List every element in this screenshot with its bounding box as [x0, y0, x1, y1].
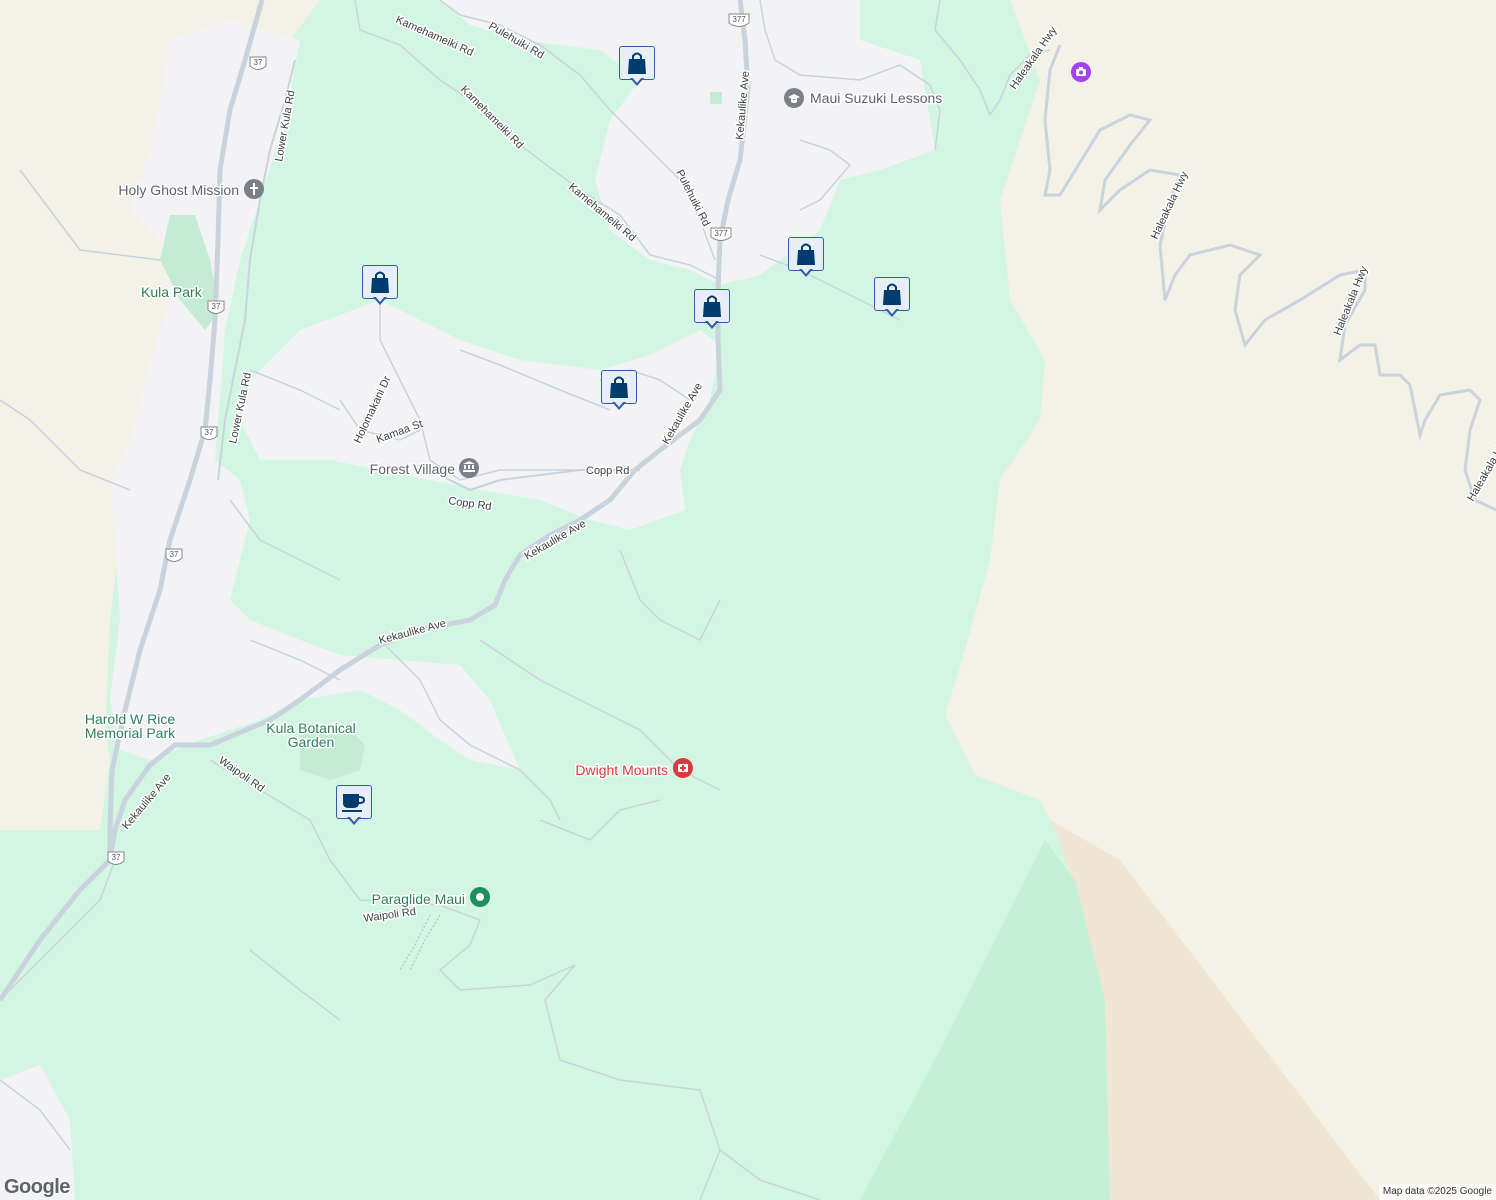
- marker-box[interactable]: [619, 46, 655, 80]
- place-label[interactable]: Kula Park: [140, 283, 205, 302]
- marker-box[interactable]: [694, 289, 730, 323]
- shield-number: 377: [714, 229, 728, 238]
- activity-icon[interactable]: [470, 887, 490, 907]
- marker-box[interactable]: [362, 265, 398, 299]
- place-label[interactable]: Paraglide Maui: [370, 890, 466, 909]
- shield-number: 37: [212, 302, 221, 311]
- place-label[interactable]: Holy Ghost Mission: [117, 181, 241, 200]
- cafe-marker[interactable]: [336, 785, 372, 829]
- marker-pointer-fill: [614, 401, 624, 407]
- shield-number: 37: [112, 853, 121, 862]
- small-park: [710, 92, 722, 104]
- shield-number: 37: [254, 58, 263, 67]
- shield-number: 377: [732, 15, 746, 24]
- route-shield: 377: [728, 13, 750, 27]
- marker-pointer-fill: [887, 308, 897, 314]
- marker-box[interactable]: [788, 237, 824, 271]
- marker-box[interactable]: [874, 277, 910, 311]
- map-view[interactable]: Kamehameiki Rd Kamehameiki Rd Kamehameik…: [0, 0, 1496, 1200]
- road-label: Copp Rd: [586, 465, 629, 477]
- school-icon[interactable]: [784, 88, 804, 108]
- marker-pointer-fill: [707, 320, 717, 326]
- route-shield: 37: [107, 851, 125, 865]
- map-canvas[interactable]: Kamehameiki Rd Kamehameiki Rd Kamehameik…: [0, 0, 1496, 1200]
- shopping-marker[interactable]: [619, 46, 655, 90]
- marker-pointer-fill: [632, 77, 642, 83]
- route-shield: 37: [165, 548, 183, 562]
- shopping-marker[interactable]: [601, 370, 637, 414]
- shopping-bag-icon: [883, 283, 901, 305]
- marker-pointer-fill: [375, 296, 385, 302]
- marker-pointer-fill: [801, 268, 811, 274]
- marker-pointer-fill: [349, 816, 359, 822]
- shopping-marker[interactable]: [694, 289, 730, 333]
- coffee-cup-icon: [342, 794, 366, 812]
- shopping-bag-icon: [610, 376, 628, 398]
- place-label[interactable]: Dwight Mounts: [574, 761, 670, 780]
- museum-icon[interactable]: [459, 458, 479, 478]
- marker-box[interactable]: [601, 370, 637, 404]
- place-label[interactable]: Garden: [286, 733, 336, 752]
- google-logo[interactable]: Google: [4, 1176, 70, 1199]
- shield-number: 37: [170, 550, 179, 559]
- map-attribution[interactable]: Map data ©2025 Google: [1378, 1184, 1496, 1200]
- route-shield: 37: [207, 300, 225, 314]
- place-label[interactable]: Memorial Park: [83, 724, 177, 743]
- route-shield: 37: [249, 56, 267, 70]
- shield-number: 37: [205, 428, 214, 437]
- shopping-marker[interactable]: [874, 277, 910, 321]
- camera-icon[interactable]: [1071, 62, 1091, 82]
- church-icon[interactable]: [244, 179, 264, 199]
- shopping-bag-icon: [628, 52, 646, 74]
- shopping-bag-icon: [797, 243, 815, 265]
- place-label[interactable]: Forest Village: [368, 460, 457, 479]
- shopping-marker[interactable]: [788, 237, 824, 281]
- shopping-bag-icon: [703, 295, 721, 317]
- place-label[interactable]: Maui Suzuki Lessons: [809, 89, 944, 108]
- hospital-icon[interactable]: [672, 758, 693, 778]
- marker-box[interactable]: [336, 785, 372, 819]
- shopping-bag-icon: [371, 271, 389, 293]
- route-shield: 377: [710, 227, 732, 241]
- shopping-marker[interactable]: [362, 265, 398, 309]
- route-shield: 37: [200, 426, 218, 440]
